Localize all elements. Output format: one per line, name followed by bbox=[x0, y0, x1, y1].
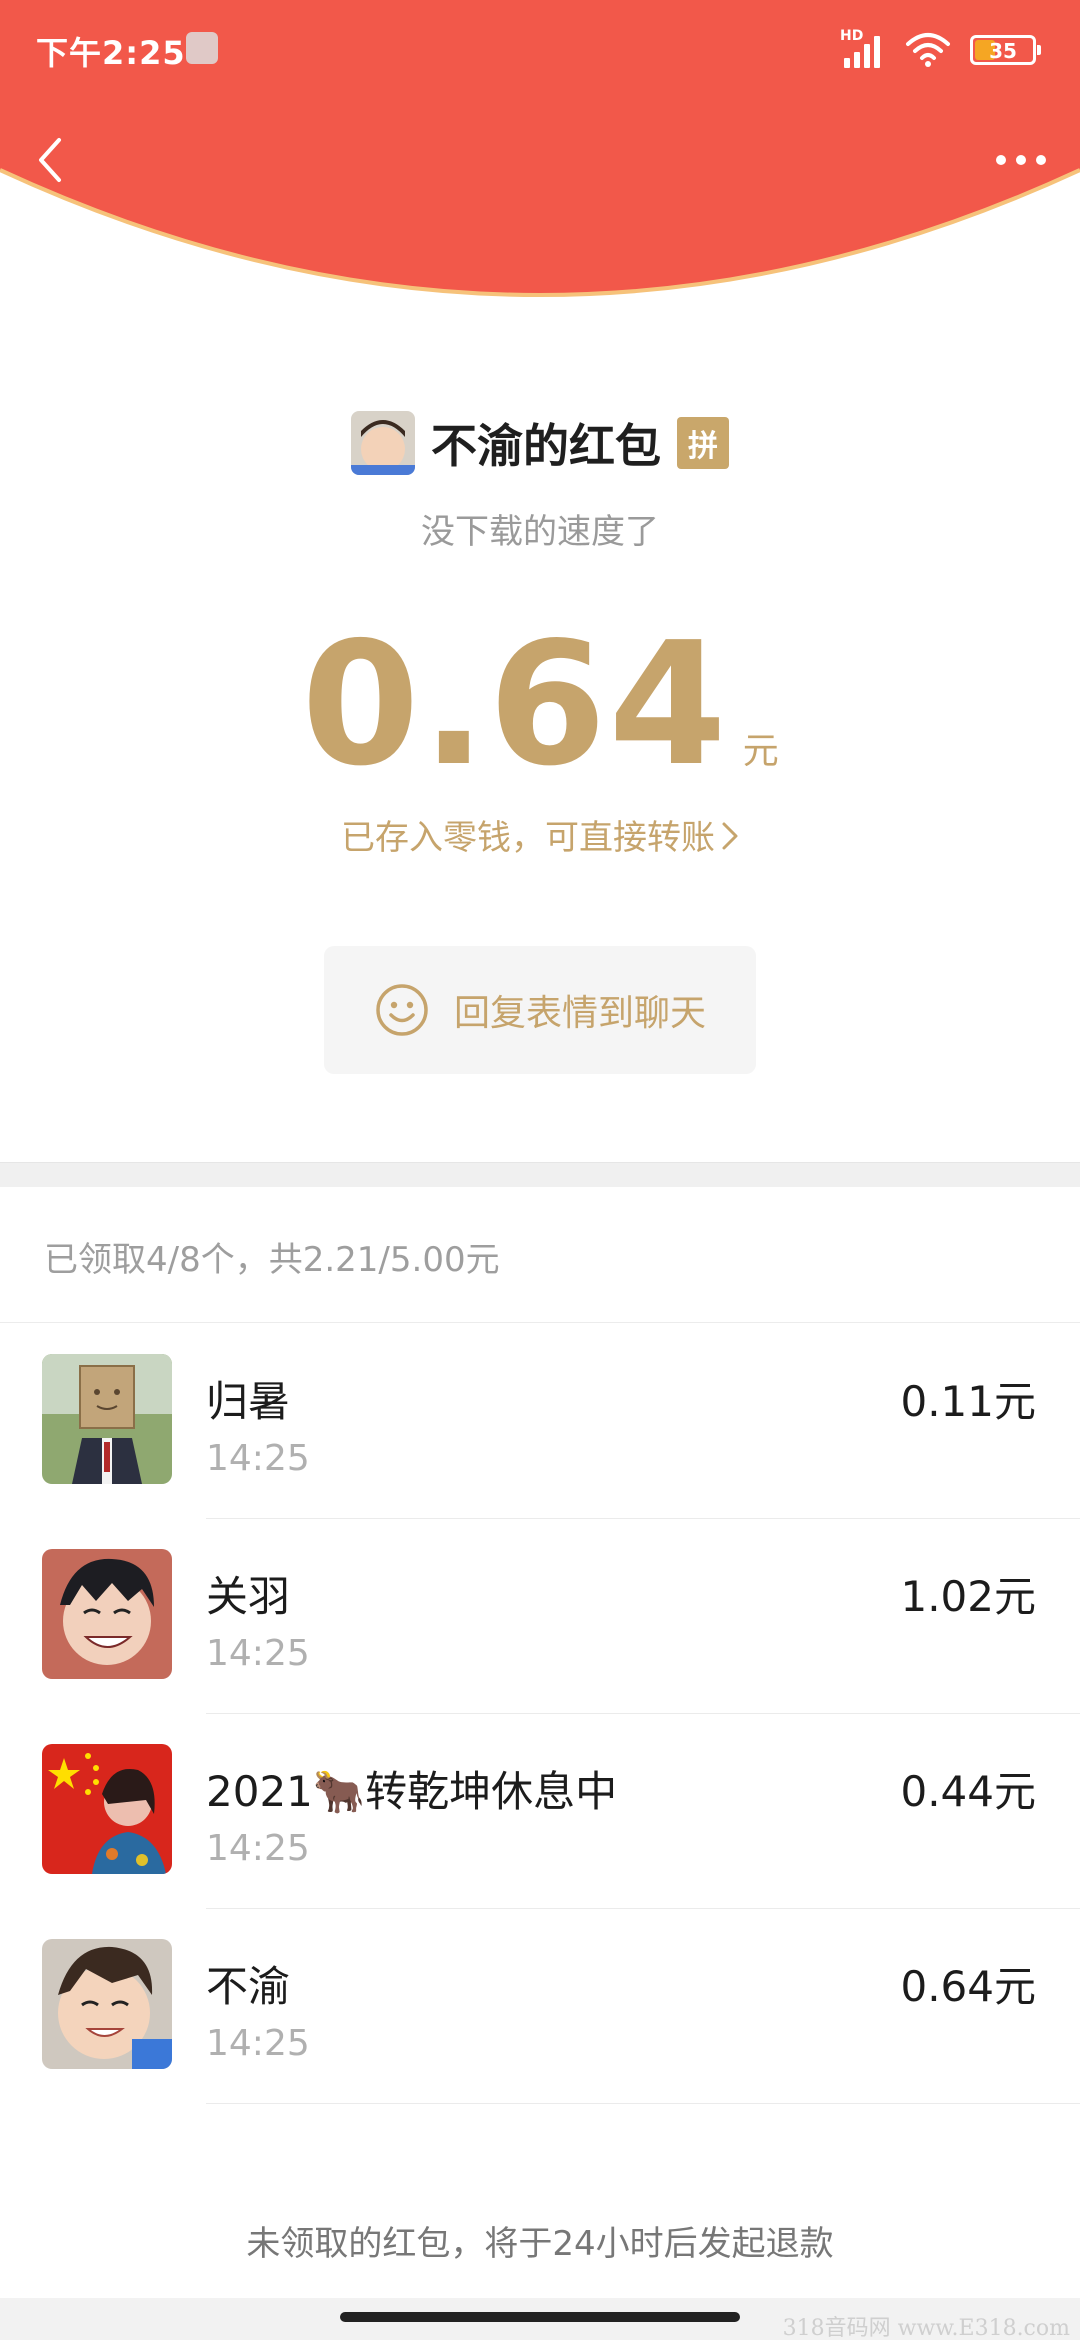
reply-label: 回复表情到聊天 bbox=[453, 993, 706, 1034]
recipient-name: 关羽 bbox=[206, 1572, 291, 1621]
recipient-time: 14:25 bbox=[206, 1828, 310, 1869]
list-item[interactable]: 不渝 14:25 0.64元 bbox=[0, 1909, 1080, 2104]
recipient-amount: 0.44元 bbox=[900, 1767, 1036, 1816]
list-item[interactable]: 2021🐂转乾坤休息中 14:25 0.44元 bbox=[0, 1714, 1080, 1909]
sender-avatar[interactable] bbox=[351, 411, 415, 475]
network-type: HD bbox=[840, 28, 864, 44]
list-item[interactable]: 归暑 14:25 0.11元 bbox=[0, 1324, 1080, 1519]
cellular-signal-icon: HD bbox=[840, 28, 886, 68]
stored-note-text: 已存入零钱，可直接转账 bbox=[341, 818, 715, 858]
notification-icon bbox=[186, 32, 218, 64]
recipient-amount: 0.64元 bbox=[900, 1962, 1036, 2011]
sender-row: 不渝的红包 拼 bbox=[0, 410, 1080, 476]
list-item[interactable]: 关羽 14:25 1.02元 bbox=[0, 1519, 1080, 1714]
section-divider bbox=[0, 1162, 1080, 1187]
recipient-time: 14:25 bbox=[206, 2023, 310, 2064]
recipient-amount: 1.02元 bbox=[900, 1572, 1036, 1621]
home-indicator[interactable] bbox=[340, 2312, 740, 2322]
battery-icon: 35 bbox=[970, 35, 1041, 65]
divider bbox=[0, 1322, 1080, 1323]
recipient-name: 不渝 bbox=[206, 1962, 291, 2011]
more-horizontal-icon bbox=[996, 155, 1006, 165]
avatar bbox=[42, 1744, 172, 1874]
battery-level: 35 bbox=[989, 39, 1017, 63]
watermark: 318音码网 www.E318.com bbox=[782, 2316, 1070, 2341]
amount-unit: 元 bbox=[742, 731, 779, 772]
avatar bbox=[42, 1354, 172, 1484]
sender-name: 不渝的红包 bbox=[431, 419, 661, 473]
avatar bbox=[42, 1549, 172, 1679]
more-button[interactable] bbox=[986, 130, 1056, 190]
chevron-left-icon bbox=[39, 138, 61, 182]
amount-value: 0.64 bbox=[301, 606, 729, 804]
group-lucky-badge: 拼 bbox=[677, 417, 729, 469]
stored-to-balance-link[interactable]: 已存入零钱，可直接转账 bbox=[0, 810, 1080, 860]
recipient-amount: 0.11元 bbox=[900, 1377, 1036, 1426]
chevron-right-icon bbox=[721, 820, 739, 860]
greeting-message: 没下载的速度了 bbox=[421, 512, 659, 552]
back-button[interactable] bbox=[20, 130, 80, 190]
avatar bbox=[42, 1939, 172, 2069]
smile-icon bbox=[376, 984, 428, 1036]
reply-sticker-button[interactable]: 回复表情到聊天 bbox=[324, 946, 756, 1074]
divider bbox=[206, 2103, 1080, 2104]
status-time: 下午2:25 bbox=[36, 34, 186, 72]
wifi-icon bbox=[906, 33, 950, 67]
recipient-name: 2021🐂转乾坤休息中 bbox=[206, 1767, 618, 1816]
recipient-name: 归暑 bbox=[206, 1377, 291, 1426]
recipient-time: 14:25 bbox=[206, 1438, 310, 1479]
recipient-time: 14:25 bbox=[206, 1633, 310, 1674]
claim-summary: 已领取4/8个，共2.21/5.00元 bbox=[44, 1240, 500, 1280]
refund-note: 未领取的红包，将于24小时后发起退款 bbox=[246, 2224, 834, 2264]
status-indicators: HD 35 bbox=[840, 28, 1041, 70]
recipient-list: 归暑 14:25 0.11元 关羽 14:25 1.02元 2021🐂转乾坤休息… bbox=[0, 1324, 1080, 2104]
received-amount: 0.64 元 bbox=[0, 620, 1080, 790]
status-bar: 下午2:25 HD 35 bbox=[0, 0, 1080, 100]
